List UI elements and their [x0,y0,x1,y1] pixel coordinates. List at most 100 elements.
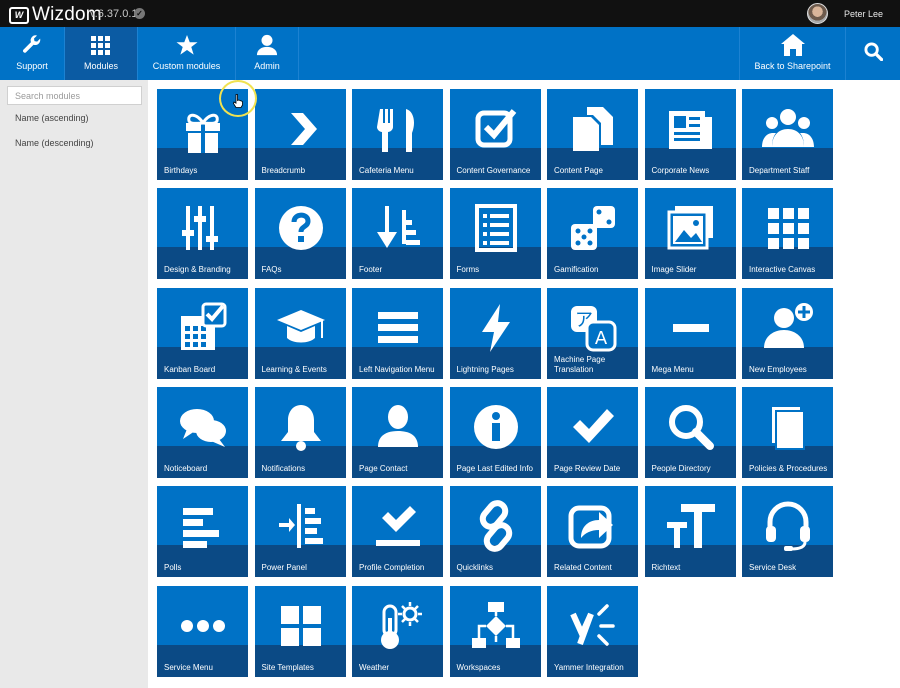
module-tile[interactable]: Polls [157,486,248,578]
module-tile[interactable]: Content Governance [449,89,541,180]
module-tile[interactable]: FAQs [254,188,346,280]
nav-back-to-sharepoint[interactable]: Back to Sharepoint [740,27,845,80]
dice-icon [571,206,615,251]
module-tile-label: Notifications [261,463,306,473]
module-tile[interactable]: Learning & Events [254,287,346,379]
module-tile[interactable]: Birthdays [157,89,248,180]
search-button[interactable] [846,27,900,80]
module-tile-label: Polls [164,563,182,573]
module-tile[interactable]: Cafeteria Menu [352,89,443,180]
module-tile[interactable]: Service Desk [742,486,833,578]
svg-text:A: A [595,328,608,349]
module-tile[interactable]: Noticeboard [157,386,248,478]
module-tile-label: People Directory [651,463,711,473]
flowchart-icon [471,601,520,648]
home-icon [780,34,805,56]
sort-name-descending[interactable]: Name (descending) [15,138,94,148]
module-tile-label: Image Slider [651,265,697,275]
module-tile[interactable]: Notifications [254,386,346,478]
module-tile[interactable]: Richtext [644,486,736,578]
module-tile-label: Corporate News [651,166,710,175]
search-modules-input[interactable] [7,86,142,105]
minus-icon [672,323,709,332]
module-tile[interactable]: Footer [352,188,443,280]
module-tile[interactable]: ア A Machine Page Translation [547,287,638,379]
checkbox-icon [475,109,516,148]
module-tile[interactable]: Breadcrumb [254,89,346,180]
module-tile-label: Policies & Procedures [749,463,828,473]
module-tile[interactable]: Department Staff [742,89,833,180]
module-tile[interactable]: Policies & Procedures [742,386,833,478]
module-tile[interactable]: Site Templates [254,585,346,677]
question-icon [278,206,323,251]
info-icon [473,404,518,449]
module-tile[interactable]: Corporate News [644,89,736,180]
nav-support[interactable]: Support [0,27,64,80]
module-tile[interactable]: Mega Menu [644,287,736,379]
chevron-right-icon [290,113,317,145]
sort-name-ascending[interactable]: Name (ascending) [15,113,89,123]
module-tile[interactable]: Image Slider [644,188,736,280]
template-icon [280,605,321,646]
link-icon [479,500,512,553]
module-tile[interactable]: Quicklinks [449,486,541,578]
module-tile-label: Service Desk [749,563,797,573]
magnifier-icon [668,404,714,450]
module-tile[interactable]: Interactive Canvas [742,188,833,280]
user-name[interactable]: Peter Lee [844,9,883,19]
nav-custom-modules[interactable]: Custom modules [138,27,235,80]
module-tile[interactable]: Related Content [547,486,638,578]
headset-icon [766,501,810,552]
module-tile[interactable]: Page Review Date [547,386,638,478]
module-tile[interactable]: Kanban Board [157,287,248,379]
module-tile[interactable]: Power Panel [254,486,346,578]
translate-icon: アA [571,305,617,352]
module-tile[interactable]: Content Page [547,89,638,180]
module-tile[interactable]: Service Menu [157,585,248,677]
module-tile-label: Department Staff [749,166,810,175]
module-tile[interactable]: Page Last Edited Info [449,386,541,478]
module-tile-label: Design & Branding [164,265,231,275]
nav-admin[interactable]: Admin [236,27,298,80]
module-tile[interactable]: Weather [352,585,443,677]
module-tile[interactable]: Lightning Pages [449,287,541,379]
bell-icon [280,404,321,451]
add-user-icon [764,302,813,348]
thermometer-sun-icon [381,601,422,649]
module-tile-label: Cafeteria Menu [359,166,414,175]
module-tile-label: Related Content [554,563,612,573]
share-icon [568,505,613,549]
module-tile[interactable]: Forms [449,188,541,280]
module-tile[interactable]: Left Navigation Menu [352,287,443,379]
user-icon [256,34,278,56]
module-tile-label: Gamification [554,265,599,275]
module-tile-label: Left Navigation Menu [359,364,435,374]
module-tile-label: New Employees [749,364,807,374]
star-icon [176,35,197,55]
footer-arrow-icon [377,206,420,249]
module-tile[interactable]: People Directory [644,386,736,478]
sliders-icon [182,206,218,251]
calendar-check-icon [181,302,227,350]
module-tile[interactable]: Yammer Integration [547,585,638,677]
module-tile-label: Workspaces [456,662,501,672]
module-tile-label: Page Review Date [554,463,621,473]
module-tile-label: Service Menu [164,662,213,672]
module-tile[interactable]: Design & Branding [157,188,248,280]
module-tile[interactable]: Workspaces [449,585,541,677]
person-icon [378,404,418,447]
module-tile[interactable]: New Employees [742,287,833,379]
module-tile-label: Kanban Board [164,364,216,374]
module-tile-label: Footer [359,265,383,275]
module-tile[interactable]: Gamification [547,188,638,280]
logo-mark-icon: W [9,6,29,24]
avatar[interactable] [807,3,828,24]
fork-knife-icon [377,109,414,152]
module-tile[interactable]: Profile Completion [352,486,443,578]
wizdom-logo[interactable]: W Wizdom [9,4,102,26]
top-bar: W Wizdom v.6.37.0.1 ✓ Peter Lee [0,0,900,27]
nav-modules[interactable]: Modules [65,27,137,80]
module-tile[interactable]: Page Contact [352,386,443,478]
check-line-icon [376,506,420,547]
module-tile-label: Content Governance [456,166,531,175]
